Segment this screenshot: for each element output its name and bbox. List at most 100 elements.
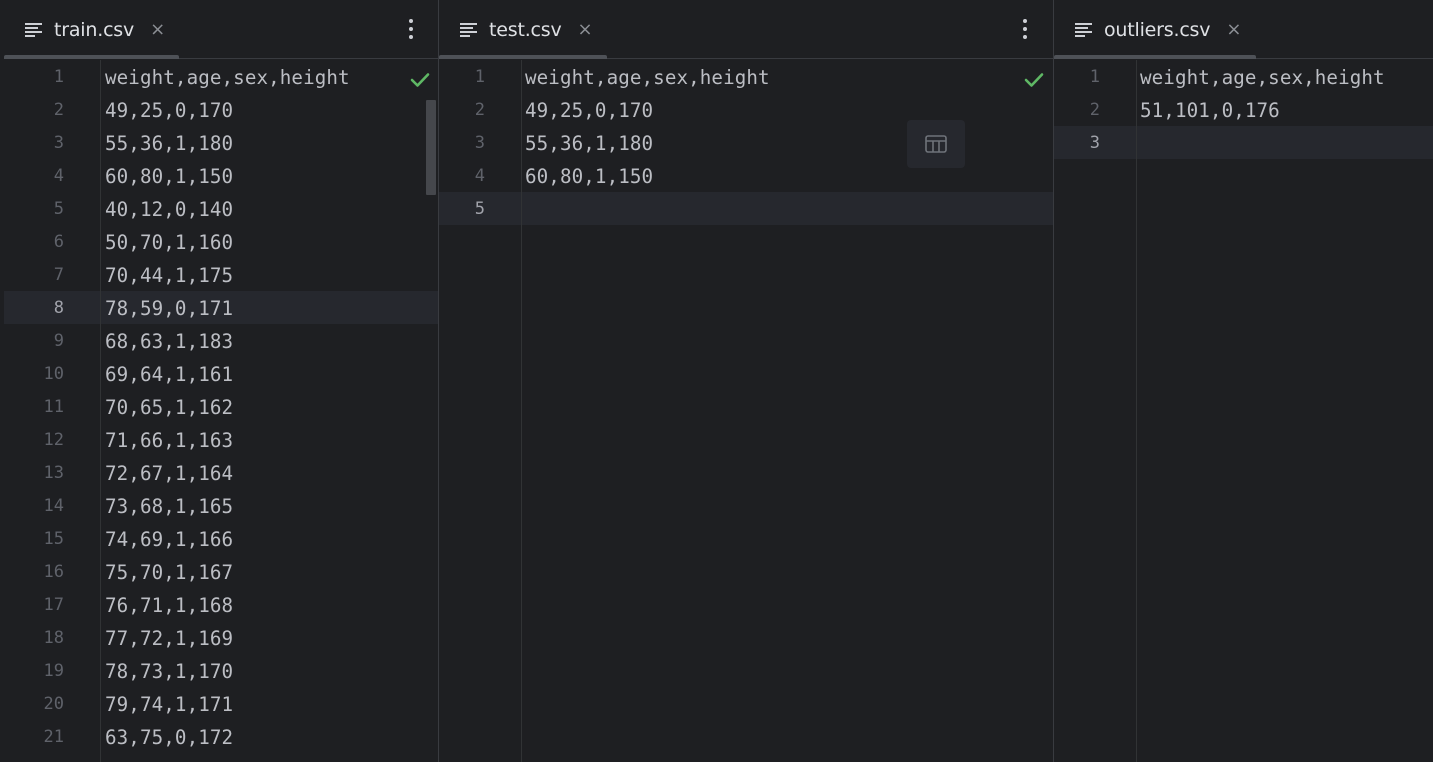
code-text: 40,12,0,140	[105, 198, 234, 221]
code-text: 79,74,1,171	[105, 693, 234, 716]
line-number: 10	[43, 364, 64, 384]
line-number: 2	[474, 100, 485, 120]
code-line[interactable]: 2 51,101,0,176	[1054, 93, 1433, 126]
code-line[interactable]: 18 77,72,1,169	[4, 621, 438, 654]
line-number: 20	[43, 694, 64, 714]
line-number: 19	[43, 661, 64, 681]
code-line[interactable]: 4 60,80,1,150	[4, 159, 438, 192]
line-number: 8	[53, 298, 64, 318]
more-vertical-icon[interactable]	[1019, 17, 1031, 41]
line-number: 9	[53, 331, 64, 351]
line-number: 4	[53, 166, 64, 186]
close-icon[interactable]: ×	[578, 19, 593, 40]
code-line[interactable]: 1 weight,age,sex,height	[4, 60, 438, 93]
code-line[interactable]: 9 68,63,1,183	[4, 324, 438, 357]
code-line[interactable]: 3 55,36,1,180	[4, 126, 438, 159]
code-text: 78,59,0,171	[105, 297, 234, 320]
active-tab-indicator	[4, 55, 179, 59]
code-text: 69,64,1,161	[105, 363, 234, 386]
code-line[interactable]: 1 weight,age,sex,height	[439, 60, 1053, 93]
editor-pane-test: test.csv × 5 4 60,80,1,150 3 55,36,1,180 2 49,…	[439, 0, 1053, 762]
code-line[interactable]: 8 78,59,0,171	[4, 291, 438, 324]
code-text: 68,63,1,183	[105, 330, 234, 353]
code-line[interactable]: 2 49,25,0,170	[4, 93, 438, 126]
code-line[interactable]: 10 69,64,1,161	[4, 357, 438, 390]
code-text: 49,25,0,170	[105, 99, 234, 122]
line-number: 3	[53, 133, 64, 153]
code-line[interactable]: 5	[439, 192, 1053, 225]
code-text: weight,age,sex,height	[525, 66, 770, 89]
code-line[interactable]: 21 63,75,0,172	[4, 720, 438, 753]
code-text: 74,69,1,166	[105, 528, 234, 551]
tab-title: outliers.csv	[1104, 18, 1211, 41]
more-vertical-icon[interactable]	[405, 17, 417, 41]
tab-bar: test.csv ×	[439, 0, 1053, 59]
table-view-button[interactable]	[907, 120, 965, 168]
code-text: weight,age,sex,height	[105, 66, 350, 89]
line-number: 18	[43, 628, 64, 648]
code-line[interactable]: 19 78,73,1,170	[4, 654, 438, 687]
code-line[interactable]: 12 71,66,1,163	[4, 423, 438, 456]
code-line[interactable]: 11 70,65,1,162	[4, 390, 438, 423]
code-line[interactable]: 16 75,70,1,167	[4, 555, 438, 588]
line-number: 21	[43, 727, 64, 747]
code-editor[interactable]: 5 4 60,80,1,150 3 55,36,1,180 2 49,25,0,170 1 we…	[439, 60, 1053, 762]
code-line[interactable]: 15 74,69,1,166	[4, 522, 438, 555]
line-number: 5	[474, 199, 485, 219]
gutter-separator	[100, 60, 101, 762]
code-text: 50,70,1,160	[105, 231, 234, 254]
code-text: 73,68,1,165	[105, 495, 234, 518]
code-text: 70,44,1,175	[105, 264, 234, 287]
line-number: 7	[53, 265, 64, 285]
tab-title: train.csv	[54, 18, 135, 41]
line-number: 4	[474, 166, 485, 186]
check-icon	[1024, 73, 1044, 87]
code-line[interactable]: 20 79,74,1,171	[4, 687, 438, 720]
code-line[interactable]: 17 76,71,1,168	[4, 588, 438, 621]
code-text: 71,66,1,163	[105, 429, 234, 452]
code-text: 72,67,1,164	[105, 462, 234, 485]
line-number: 3	[474, 133, 485, 153]
code-line[interactable]: 7 70,44,1,175	[4, 258, 438, 291]
code-line[interactable]: 5 40,12,0,140	[4, 192, 438, 225]
line-number: 17	[43, 595, 64, 615]
code-line[interactable]: 13 72,67,1,164	[4, 456, 438, 489]
tab-test-csv[interactable]: test.csv ×	[439, 0, 593, 59]
line-number: 15	[43, 529, 64, 549]
code-line[interactable]: 3	[1054, 126, 1433, 159]
code-text: 55,36,1,180	[525, 132, 654, 155]
gutter-separator	[521, 60, 522, 762]
code-line[interactable]: 14 73,68,1,165	[4, 489, 438, 522]
active-tab-indicator	[439, 55, 607, 59]
line-number: 12	[43, 430, 64, 450]
code-text: 51,101,0,176	[1140, 99, 1280, 122]
editor-pane-train: train.csv × 21 63,75,0,172 20 79,74,1,171 19…	[4, 0, 438, 762]
code-line[interactable]: 6 50,70,1,160	[4, 225, 438, 258]
line-number: 13	[43, 463, 64, 483]
tab-outliers-csv[interactable]: outliers.csv ×	[1054, 0, 1241, 59]
line-number: 2	[53, 100, 64, 120]
code-editor[interactable]: 3 2 51,101,0,176 1 weight,age,sex,height	[1054, 60, 1433, 762]
tab-bar: outliers.csv ×	[1054, 0, 1433, 59]
tab-train-csv[interactable]: train.csv ×	[4, 0, 165, 59]
vertical-scrollbar-thumb[interactable]	[426, 100, 436, 195]
code-text: 77,72,1,169	[105, 627, 234, 650]
line-number: 1	[53, 67, 64, 87]
close-icon[interactable]: ×	[1226, 19, 1241, 40]
line-number: 11	[43, 397, 64, 417]
code-line[interactable]: 1 weight,age,sex,height	[1054, 60, 1433, 93]
line-number: 14	[43, 496, 64, 516]
line-number: 3	[1089, 133, 1100, 153]
line-number: 1	[1089, 67, 1100, 87]
check-icon	[410, 73, 430, 87]
text-file-icon	[25, 22, 42, 37]
table-icon	[925, 135, 947, 153]
tab-title: test.csv	[489, 18, 562, 41]
code-editor[interactable]: 21 63,75,0,172 20 79,74,1,171 19 78,73,1,170 1…	[4, 60, 438, 762]
close-icon[interactable]: ×	[150, 19, 165, 40]
code-text: 55,36,1,180	[105, 132, 234, 155]
editor-pane-outliers: outliers.csv × 3 2 51,101,0,176 1 weight,age…	[1054, 0, 1433, 762]
code-text: 70,65,1,162	[105, 396, 234, 419]
line-number: 2	[1089, 100, 1100, 120]
line-number: 5	[53, 199, 64, 219]
